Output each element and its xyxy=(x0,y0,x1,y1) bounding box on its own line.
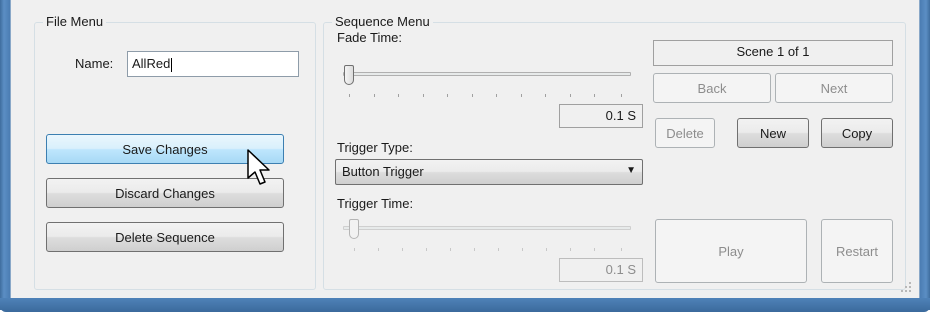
tick xyxy=(594,94,595,97)
tick xyxy=(447,94,448,97)
window-frame-left xyxy=(0,0,10,310)
delete-sequence-button[interactable]: Delete Sequence xyxy=(46,222,284,252)
next-label: Next xyxy=(820,80,848,96)
window-frame-bottom xyxy=(0,298,930,312)
trigger-time-readout: 0.1 S xyxy=(559,258,643,282)
resize-grip-icon[interactable] xyxy=(901,282,911,292)
tick xyxy=(570,94,571,97)
fade-time-label: Fade Time: xyxy=(337,30,403,45)
dropdown-arrow-icon: ▼ xyxy=(626,165,636,176)
trigger-time-thumb[interactable] xyxy=(349,219,359,239)
scene-indicator: Scene 1 of 1 xyxy=(653,40,893,66)
tick xyxy=(450,248,451,251)
tick xyxy=(496,94,497,97)
window-frame-right xyxy=(920,0,930,310)
trigger-type-select[interactable]: Button Trigger ▼ xyxy=(335,159,643,185)
new-scene-label: New xyxy=(759,125,786,141)
tick xyxy=(374,94,375,97)
play-button[interactable]: Play xyxy=(655,219,807,283)
tick xyxy=(398,94,399,97)
trigger-time-track xyxy=(343,226,631,230)
copy-scene-button[interactable]: Copy xyxy=(821,118,893,148)
tick xyxy=(354,248,355,251)
text-caret xyxy=(171,57,173,72)
trigger-time-label: Trigger Time: xyxy=(337,196,414,211)
tick xyxy=(621,94,622,97)
trigger-type-label: Trigger Type: xyxy=(337,140,413,155)
delete-scene-label: Delete xyxy=(666,125,704,141)
tick xyxy=(402,248,403,251)
restart-label: Restart xyxy=(836,243,878,259)
discard-changes-label: Discard Changes xyxy=(115,185,215,201)
tick xyxy=(349,94,350,97)
restart-button[interactable]: Restart xyxy=(821,219,893,283)
back-label: Back xyxy=(697,80,727,96)
file-menu-title: File Menu xyxy=(43,14,107,29)
play-label: Play xyxy=(718,243,744,259)
tick xyxy=(378,248,379,251)
tick xyxy=(423,94,424,97)
new-scene-button[interactable]: New xyxy=(737,118,809,148)
tick xyxy=(621,248,622,251)
tick xyxy=(546,248,547,251)
tick xyxy=(474,248,475,251)
fade-time-track xyxy=(343,72,631,76)
tick xyxy=(570,248,571,251)
trigger-type-value: Button Trigger xyxy=(342,164,424,179)
delete-sequence-label: Delete Sequence xyxy=(115,229,215,245)
tick xyxy=(426,248,427,251)
tick xyxy=(522,248,523,251)
fade-time-thumb[interactable] xyxy=(344,65,354,85)
copy-scene-label: Copy xyxy=(841,125,873,141)
window-client-area: File Menu Name: AllRed Save Changes Disc… xyxy=(10,0,920,298)
fade-time-readout: 0.1 S xyxy=(559,104,643,128)
name-input[interactable]: AllRed xyxy=(127,51,299,77)
name-input-value: AllRed xyxy=(132,56,171,71)
back-button[interactable]: Back xyxy=(653,73,771,103)
tick xyxy=(472,94,473,97)
tick xyxy=(594,248,595,251)
name-label: Name: xyxy=(75,56,114,71)
next-button[interactable]: Next xyxy=(775,73,893,103)
desktop-strip xyxy=(0,312,930,320)
mouse-pointer-icon xyxy=(247,149,270,185)
tick xyxy=(521,94,522,97)
tick xyxy=(545,94,546,97)
tick xyxy=(498,248,499,251)
save-changes-label: Save Changes xyxy=(122,141,208,157)
sequence-menu-title: Sequence Menu xyxy=(332,14,433,29)
delete-scene-button[interactable]: Delete xyxy=(655,118,715,148)
